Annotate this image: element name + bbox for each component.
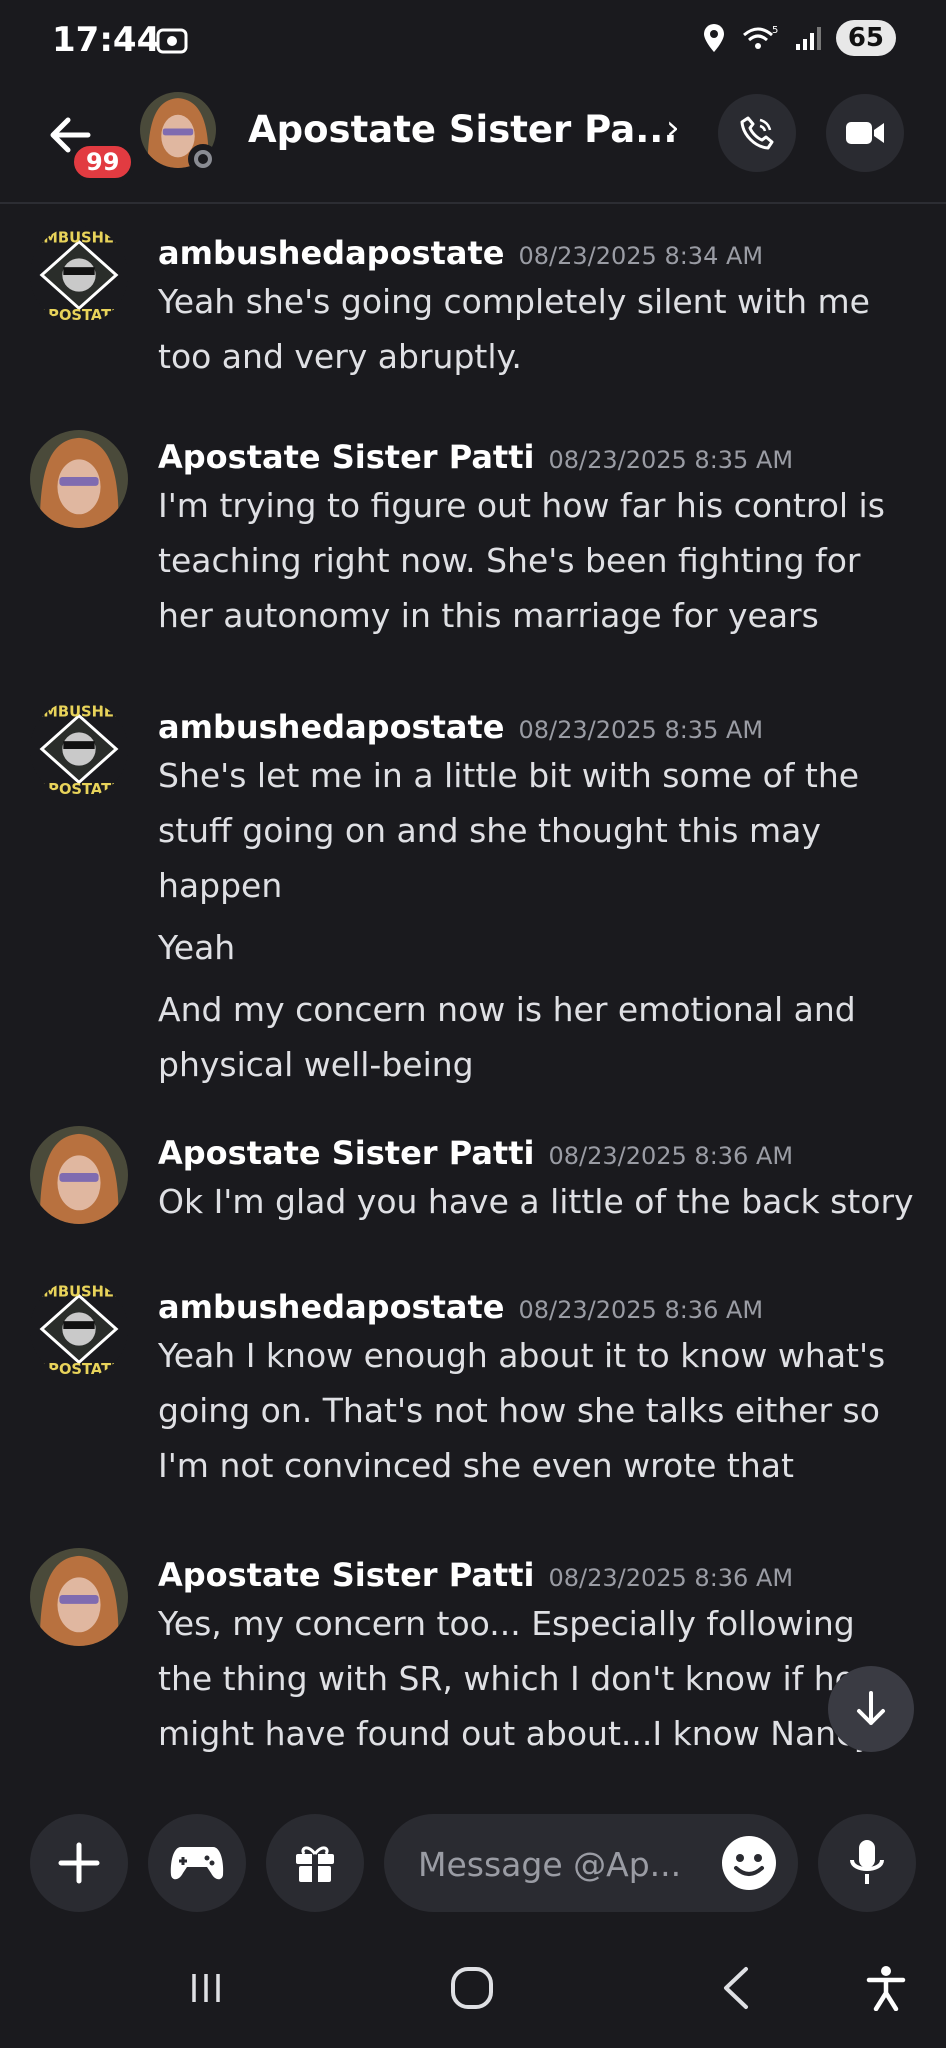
- status-time: 17:44: [52, 20, 161, 60]
- message-header: Apostate Sister Patti 08/23/2025 8:35 AM: [158, 438, 793, 476]
- message-text: might have found out about...I know Nanc…: [158, 1714, 874, 1753]
- message-author[interactable]: ambushedapostate: [158, 708, 504, 746]
- logo-top-text: AMBUSHED: [32, 704, 126, 721]
- channel-title[interactable]: Apostate Sister Pa...: [248, 108, 677, 151]
- logo-bottom-text: APOSTATE: [37, 781, 121, 798]
- message-text: Yes, my concern too... Especially follow…: [158, 1604, 855, 1643]
- message-header: ambushedapostate 08/23/2025 8:35 AM: [158, 708, 763, 746]
- avatar[interactable]: AMBUSHED APOSTATE: [30, 1280, 128, 1378]
- logo-top-text: AMBUSHED: [32, 1284, 126, 1301]
- video-camera-icon: [846, 122, 884, 144]
- logo-top-text: AMBUSHED: [32, 230, 126, 247]
- avatar[interactable]: [30, 1126, 128, 1224]
- recents-icon: [192, 1974, 220, 2002]
- svg-text:5: 5: [772, 25, 778, 36]
- message-timestamp: 08/23/2025 8:35 AM: [548, 446, 794, 474]
- offline-status-icon: [188, 144, 218, 174]
- message-timestamp: 08/23/2025 8:35 AM: [518, 716, 764, 744]
- message-text: physical well-being: [158, 1045, 474, 1084]
- logo-bottom-text: APOSTATE: [37, 307, 121, 324]
- attach-button[interactable]: [30, 1814, 128, 1912]
- signal-icon: [795, 27, 821, 50]
- message-timestamp: 08/23/2025 8:36 AM: [548, 1564, 794, 1592]
- message-author[interactable]: ambushedapostate: [158, 1288, 504, 1326]
- message-text: And my concern now is her emotional and: [158, 990, 856, 1029]
- battery-indicator: 65: [835, 20, 896, 56]
- message-input[interactable]: [416, 1838, 680, 1890]
- location-icon: [703, 24, 724, 52]
- message-timestamp: 08/23/2025 8:36 AM: [518, 1296, 764, 1324]
- back-button[interactable]: [706, 1958, 766, 2018]
- message-header: Apostate Sister Patti 08/23/2025 8:36 AM: [158, 1134, 793, 1172]
- gamepad-icon: [170, 1847, 224, 1880]
- dm-header: 99 Apostate Sister Pa... ›: [0, 86, 946, 204]
- message-text: Yeah I know enough about it to know what…: [158, 1336, 886, 1375]
- message-list[interactable]: AMBUSHED APOSTATE ambushedapostate 08/23/20…: [0, 204, 946, 1788]
- arrow-down-icon: [857, 1691, 885, 1725]
- avatar[interactable]: AMBUSHED APOSTATE: [30, 700, 128, 798]
- activities-button[interactable]: [148, 1814, 246, 1912]
- accessibility-button[interactable]: [856, 1958, 916, 2018]
- message-author[interactable]: Apostate Sister Patti: [158, 1134, 534, 1172]
- home-icon: [451, 1967, 493, 2009]
- message-text: happen: [158, 866, 283, 905]
- jump-to-bottom-button[interactable]: [828, 1666, 914, 1752]
- message-input-wrapper: [384, 1814, 798, 1912]
- gift-button[interactable]: [266, 1814, 364, 1912]
- message-text: She's let me in a little bit with some o…: [158, 756, 860, 795]
- screen-record-icon: [156, 28, 188, 54]
- plus-icon: [58, 1842, 100, 1884]
- emoji-icon[interactable]: [720, 1834, 778, 1892]
- back-icon: [724, 1967, 748, 2009]
- message-text: going on. That's not how she talks eithe…: [158, 1391, 880, 1430]
- phone-icon: [740, 116, 774, 150]
- message-timestamp: 08/23/2025 8:36 AM: [548, 1142, 794, 1170]
- message-header: Apostate Sister Patti 08/23/2025 8:36 AM: [158, 1556, 793, 1594]
- message-author[interactable]: ambushedapostate: [158, 234, 504, 272]
- gift-icon: [296, 1846, 334, 1882]
- message-author[interactable]: Apostate Sister Patti: [158, 438, 534, 476]
- message-text: too and very abruptly.: [158, 337, 522, 376]
- chevron-right-icon[interactable]: ›: [666, 108, 680, 148]
- message-text: Ok I'm glad you have a little of the bac…: [158, 1182, 914, 1221]
- logo-bottom-text: APOSTATE: [37, 1361, 121, 1378]
- voice-call-button[interactable]: [718, 94, 796, 172]
- message-text: Yeah she's going completely silent with …: [158, 282, 870, 321]
- voice-message-button[interactable]: [818, 1814, 916, 1912]
- avatar[interactable]: [30, 430, 128, 528]
- message-text: I'm trying to figure out how far his con…: [158, 486, 885, 525]
- message-text: stuff going on and she thought this may: [158, 811, 821, 850]
- message-text: her autonomy in this marriage for years: [158, 596, 819, 635]
- home-button[interactable]: [442, 1958, 502, 2018]
- message-header: ambushedapostate 08/23/2025 8:36 AM: [158, 1288, 763, 1326]
- microphone-icon: [850, 1840, 884, 1884]
- message-text: I'm not convinced she even wrote that: [158, 1446, 794, 1485]
- recents-button[interactable]: [176, 1958, 236, 2018]
- avatar[interactable]: AMBUSHED APOSTATE: [30, 226, 128, 324]
- avatar[interactable]: [30, 1548, 128, 1646]
- wifi-icon: 5: [742, 25, 778, 49]
- accessibility-icon: [866, 1966, 906, 2011]
- message-timestamp: 08/23/2025 8:34 AM: [518, 242, 764, 270]
- message-author[interactable]: Apostate Sister Patti: [158, 1556, 534, 1594]
- status-bar: 17:44 5 65: [0, 0, 946, 86]
- video-call-button[interactable]: [826, 94, 904, 172]
- system-navigation-bar: [0, 1928, 946, 2048]
- composer-bar: [0, 1788, 946, 1928]
- message-text: the thing with SR, which I don't know if…: [158, 1659, 855, 1698]
- unread-badge: 99: [70, 142, 136, 182]
- message-text: Yeah: [158, 928, 236, 967]
- message-header: ambushedapostate 08/23/2025 8:34 AM: [158, 234, 763, 272]
- message-text: teaching right now. She's been fighting …: [158, 541, 861, 580]
